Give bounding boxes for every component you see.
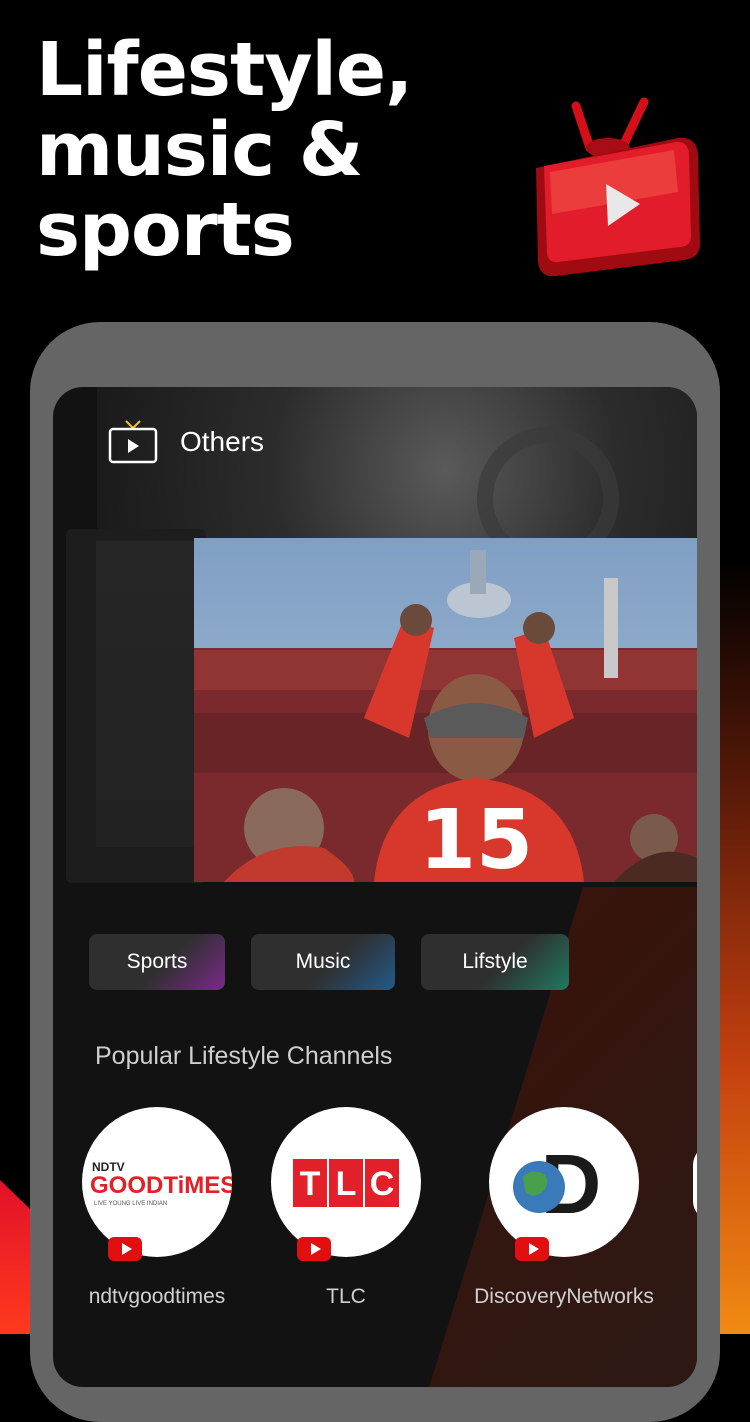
tv-play-logo-icon <box>536 97 700 277</box>
channel-logo: NDTV GOODTiMES LIVE YOUNG LIVE INDIAN <box>82 1107 236 1261</box>
chip-sports[interactable]: Sports <box>89 934 225 990</box>
svg-text:L: L <box>336 1165 357 1203</box>
svg-text:LIVE YOUNG LIVE INDIAN: LIVE YOUNG LIVE INDIAN <box>94 1201 167 1207</box>
jersey-number: 15 <box>419 793 533 882</box>
tlc-logo: T L C <box>293 1159 399 1207</box>
app-screen: Others 15 Sports Music Lifstyle Popular … <box>53 387 697 1387</box>
headline-line-1: Lifestyle, <box>36 27 413 113</box>
chip-music[interactable]: Music <box>251 934 395 990</box>
hero-banner[interactable]: 15 <box>194 538 697 882</box>
carousel-previous-card[interactable] <box>66 529 206 883</box>
channel-name: ndtvgoodtimes <box>88 1285 226 1308</box>
headline-line-3: sports <box>36 187 295 273</box>
headline-line-2: music & <box>36 107 363 193</box>
section-title: Popular Lifestyle Channels <box>95 1042 393 1070</box>
svg-text:C: C <box>370 1165 395 1203</box>
channel-name: DiscoveryNetworks <box>474 1285 654 1308</box>
svg-text:GOODTiMES: GOODTiMES <box>90 1172 232 1199</box>
channel-tlc[interactable]: T L C TLC <box>271 1107 421 1309</box>
headline: Lifestyle, music & sports <box>36 27 413 273</box>
chip-lifestyle[interactable]: Lifstyle <box>421 934 569 990</box>
youtube-icon <box>108 1237 142 1261</box>
screen-header: Others <box>108 419 264 465</box>
channel-name: TLC <box>326 1285 366 1308</box>
svg-text:T: T <box>300 1165 321 1203</box>
channel-discovery[interactable]: D DiscoveryNetworks <box>455 1107 673 1309</box>
ndtv-goodtimes-logo: NDTV GOODTiMES LIVE YOUNG LIVE INDIAN <box>90 1160 236 1207</box>
header-title: Others <box>180 426 265 457</box>
youtube-icon <box>297 1237 331 1261</box>
youtube-icon <box>515 1237 549 1261</box>
hero-image: 15 <box>194 538 697 882</box>
channel-logo: T L C <box>271 1107 421 1261</box>
category-chips: Sports Music Lifstyle <box>89 934 569 990</box>
channel-logo: D <box>489 1107 639 1261</box>
discovery-logo: D <box>513 1137 601 1231</box>
channel-ndtvgoodtimes[interactable]: NDTV GOODTiMES LIVE YOUNG LIVE INDIAN nd… <box>82 1107 236 1309</box>
tv-icon <box>108 420 158 464</box>
